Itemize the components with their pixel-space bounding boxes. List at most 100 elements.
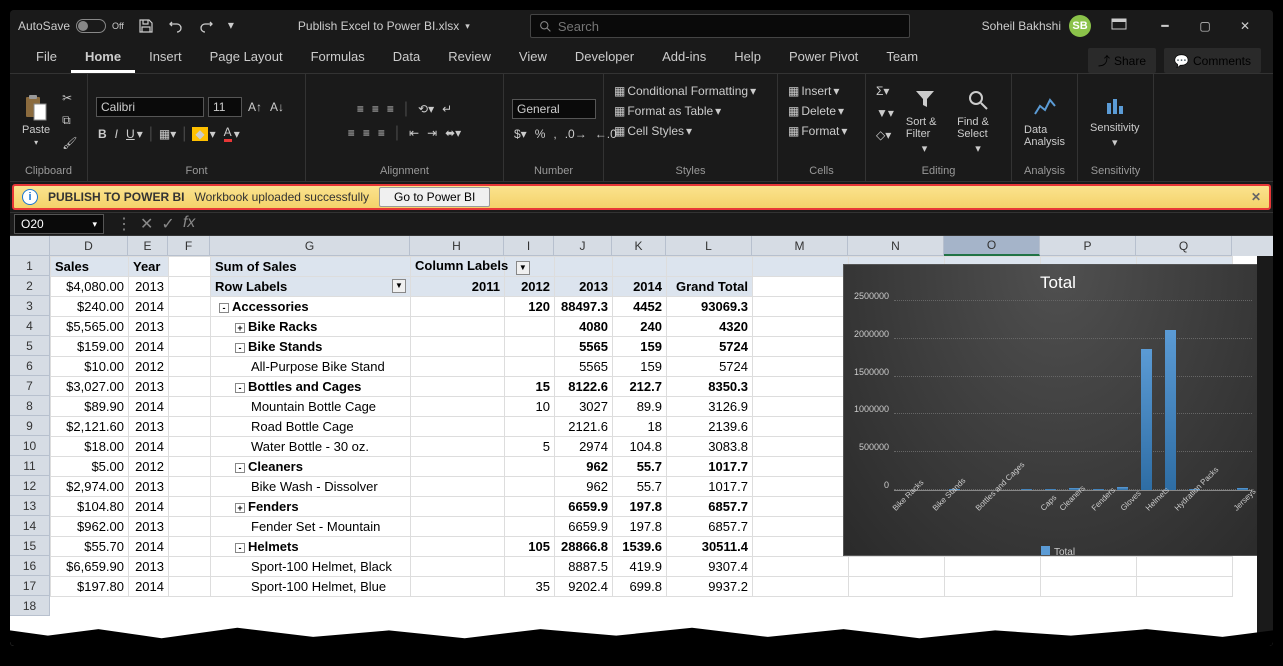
clear-icon[interactable]: ◇▾ [874, 126, 896, 144]
row-header-14[interactable]: 14 [10, 516, 50, 536]
qat-customize-icon[interactable]: ▾ [228, 18, 238, 34]
align-top-icon[interactable]: ≡ [355, 100, 366, 118]
tab-formulas[interactable]: Formulas [297, 43, 379, 73]
sort-filter-button[interactable]: Sort & Filter▾ [902, 78, 947, 163]
font-size-select[interactable] [208, 97, 242, 117]
tab-review[interactable]: Review [434, 43, 505, 73]
col-header-Q[interactable]: Q [1136, 236, 1232, 256]
row-header-16[interactable]: 16 [10, 556, 50, 576]
col-header-P[interactable]: P [1040, 236, 1136, 256]
sensitivity-button[interactable]: Sensitivity▾ [1086, 78, 1144, 163]
tab-help[interactable]: Help [720, 43, 775, 73]
close-button[interactable]: ✕ [1225, 12, 1265, 40]
orientation-icon[interactable]: ⟲▾ [416, 100, 436, 118]
row-header-7[interactable]: 7 [10, 376, 50, 396]
enter-formula-icon[interactable]: ✓ [161, 214, 174, 234]
username[interactable]: Soheil Bakhshi [982, 19, 1061, 33]
delete-cells-button[interactable]: ▦ Delete ▾ [786, 102, 857, 120]
row-header-5[interactable]: 5 [10, 336, 50, 356]
name-box[interactable]: O20▾ [14, 214, 104, 234]
format-cells-button[interactable]: ▦ Format ▾ [786, 122, 857, 140]
row-header-12[interactable]: 12 [10, 476, 50, 496]
wrap-text-icon[interactable]: ↵ [440, 100, 454, 118]
increase-font-icon[interactable]: A↑ [246, 98, 264, 116]
col-header-D[interactable]: D [50, 236, 128, 256]
fill-icon[interactable]: ▼▾ [874, 104, 896, 122]
row-header-17[interactable]: 17 [10, 576, 50, 596]
col-header-L[interactable]: L [666, 236, 752, 256]
tab-page-layout[interactable]: Page Layout [196, 43, 297, 73]
notice-close-icon[interactable]: ✕ [1251, 190, 1261, 204]
col-header-F[interactable]: F [168, 236, 210, 256]
row-header-13[interactable]: 13 [10, 496, 50, 516]
go-to-powerbi-button[interactable]: Go to Power BI [379, 187, 490, 207]
col-header-E[interactable]: E [128, 236, 168, 256]
copy-icon[interactable]: ⧉ [60, 111, 79, 130]
share-button[interactable]: ⤴Share [1088, 48, 1156, 73]
formula-menu-icon[interactable]: ⋮ [116, 214, 132, 234]
select-all-corner[interactable] [10, 236, 50, 256]
tab-insert[interactable]: Insert [135, 43, 196, 73]
row-header-11[interactable]: 11 [10, 456, 50, 476]
redo-icon[interactable] [198, 18, 214, 34]
border-button[interactable]: ▦▾ [157, 125, 178, 143]
comma-icon[interactable]: , [551, 125, 558, 143]
increase-decimal-icon[interactable]: .0→ [563, 125, 589, 143]
save-icon[interactable] [138, 18, 154, 34]
merge-icon[interactable]: ⬌▾ [443, 124, 463, 142]
cancel-formula-icon[interactable]: ✕ [140, 214, 153, 234]
currency-icon[interactable]: $▾ [512, 125, 529, 143]
col-header-I[interactable]: I [504, 236, 554, 256]
filename-dropdown-icon[interactable]: ▾ [465, 21, 470, 32]
avatar[interactable]: SB [1069, 15, 1091, 37]
align-right-icon[interactable]: ≡ [376, 124, 387, 142]
comments-button[interactable]: 💬Comments [1164, 48, 1261, 73]
font-name-select[interactable] [96, 97, 204, 117]
decrease-font-icon[interactable]: A↓ [268, 98, 286, 116]
col-header-G[interactable]: G [210, 236, 410, 256]
tab-data[interactable]: Data [379, 43, 434, 73]
cut-icon[interactable]: ✂ [60, 89, 79, 107]
font-color-button[interactable]: A▾ [222, 123, 242, 144]
col-header-K[interactable]: K [612, 236, 666, 256]
ribbon-display-icon[interactable] [1111, 18, 1127, 34]
format-painter-icon[interactable]: 🖌 [60, 134, 79, 152]
cell-styles-button[interactable]: ▦ Cell Styles ▾ [612, 122, 769, 140]
tab-view[interactable]: View [505, 43, 561, 73]
col-header-O[interactable]: O [944, 236, 1040, 256]
vertical-scrollbar[interactable] [1257, 256, 1273, 646]
maximize-button[interactable]: ▢ [1185, 12, 1225, 40]
format-as-table-button[interactable]: ▦ Format as Table ▾ [612, 102, 769, 120]
row-header-2[interactable]: 2 [10, 276, 50, 296]
search-input[interactable] [558, 19, 901, 34]
number-format-select[interactable] [512, 99, 596, 119]
italic-button[interactable]: I [113, 125, 120, 143]
col-header-M[interactable]: M [752, 236, 848, 256]
align-left-icon[interactable]: ≡ [346, 124, 357, 142]
row-header-8[interactable]: 8 [10, 396, 50, 416]
row-header-18[interactable]: 18 [10, 596, 50, 616]
row-header-4[interactable]: 4 [10, 316, 50, 336]
undo-icon[interactable] [168, 18, 184, 34]
chart[interactable]: Total 0500000100000015000002000000250000… [843, 264, 1273, 556]
row-header-6[interactable]: 6 [10, 356, 50, 376]
formula-input[interactable] [203, 217, 1273, 232]
col-header-H[interactable]: H [410, 236, 504, 256]
autosum-icon[interactable]: Σ▾ [874, 82, 896, 100]
col-header-N[interactable]: N [848, 236, 944, 256]
tab-power-pivot[interactable]: Power Pivot [775, 43, 872, 73]
decrease-indent-icon[interactable]: ⇤ [407, 124, 421, 142]
align-bottom-icon[interactable]: ≡ [385, 100, 396, 118]
fx-icon[interactable]: fx [183, 214, 195, 234]
align-center-icon[interactable]: ≡ [361, 124, 372, 142]
find-select-button[interactable]: Find & Select▾ [953, 78, 1003, 163]
fill-color-button[interactable]: ◆▾ [190, 125, 217, 143]
row-header-15[interactable]: 15 [10, 536, 50, 556]
tab-add-ins[interactable]: Add-ins [648, 43, 720, 73]
tab-team[interactable]: Team [872, 43, 932, 73]
row-header-1[interactable]: 1 [10, 256, 50, 276]
search-box[interactable] [530, 14, 910, 38]
row-header-9[interactable]: 9 [10, 416, 50, 436]
row-header-3[interactable]: 3 [10, 296, 50, 316]
bold-button[interactable]: B [96, 125, 109, 143]
